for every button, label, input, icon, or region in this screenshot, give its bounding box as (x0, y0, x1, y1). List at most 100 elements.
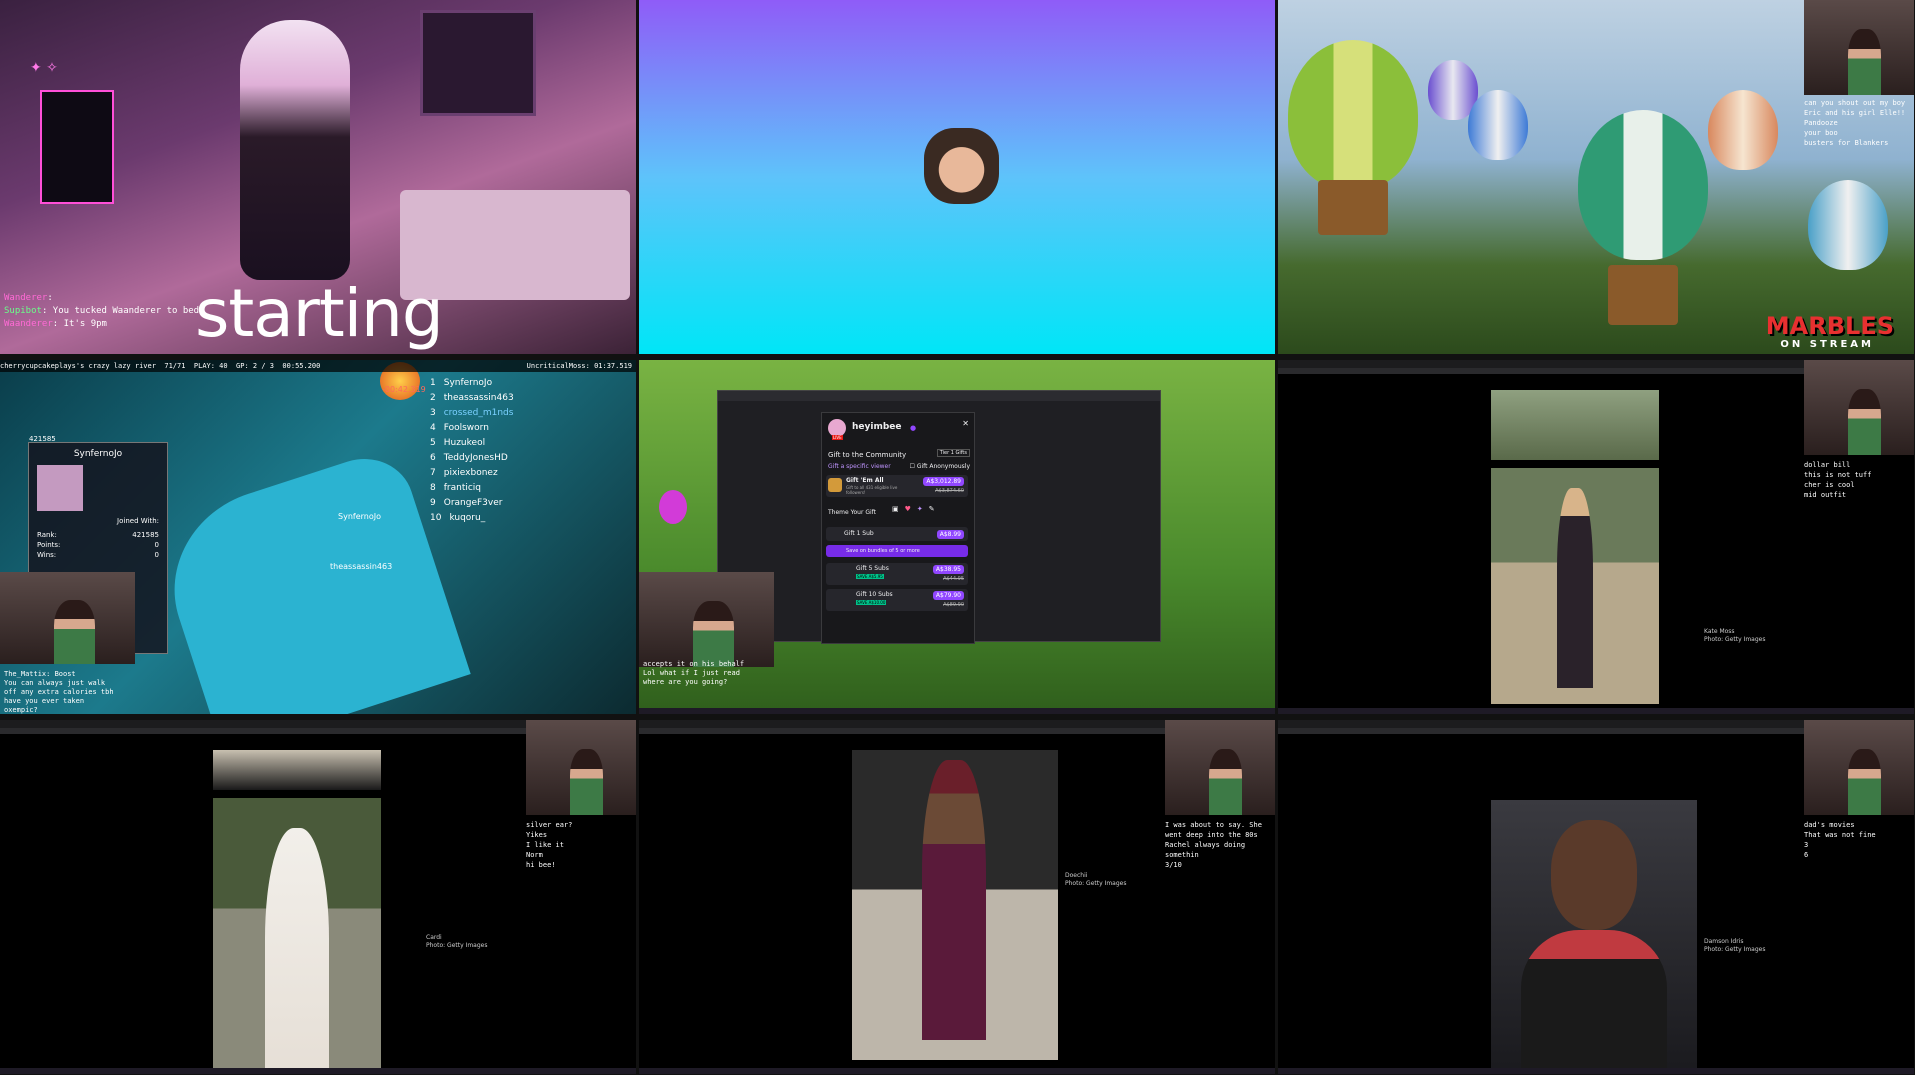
leaderboard: -00:42.319 1 SynfernoJo 2 theassassin463 3… (382, 376, 630, 526)
gift-em-all-price-button[interactable]: A$3,012.89 (923, 477, 964, 486)
chat-line: Supibot: You tucked Waanderer to bed (4, 306, 200, 316)
leaderboard-row: 3 crossed_m1nds (430, 408, 514, 418)
webcam-overlay (1804, 720, 1914, 815)
theme-wand-icon[interactable]: ✎ (929, 505, 935, 513)
gift-5-subs-price-button[interactable]: A$38.95 (932, 565, 964, 574)
stream-tile-met-gala-2[interactable]: Cardi Photo: Getty Images silver ear? Yik… (0, 720, 636, 1074)
streamer-name: heyimbee (852, 422, 902, 432)
bundle-banner: Save on bundles of 5 or more (826, 545, 968, 557)
room-window (420, 10, 536, 116)
chat-line: Norm (526, 851, 543, 859)
race-timer: 00:55.200 (282, 362, 321, 370)
close-icon[interactable]: ✕ (962, 419, 969, 428)
gift-1-sub-row[interactable]: Gift 1 Sub A$8.99 (826, 527, 968, 541)
gift-em-all-row[interactable]: Gift 'Em All Gift to all 431 eligible li… (826, 475, 968, 497)
chat-line: Yikes (526, 831, 548, 839)
neon-sign: ✦ ✧ (30, 60, 58, 76)
gift-1-sub-price-button[interactable]: A$8.99 (936, 530, 964, 539)
theme-default-icon[interactable]: ▣ (892, 505, 899, 513)
player-label: SynfernoJo (338, 512, 381, 521)
stream-tile-met-gala-4[interactable]: Damson Idris Photo: Getty Images dad's mo… (1278, 720, 1914, 1074)
photo-caption: Cardi Photo: Getty Images (426, 934, 488, 949)
chat-line: Wanderer: (4, 293, 53, 303)
celebrity-photo (1491, 800, 1697, 1074)
chat-line: oxempic? (4, 706, 38, 714)
gp-count: GP: 2 / 3 (236, 362, 274, 370)
photo-caption: Kate Moss Photo: Getty Images (1704, 628, 1766, 643)
player-count: 71/71 (164, 362, 186, 370)
gift-specific-viewer[interactable]: Gift a specific viewer (828, 463, 891, 470)
webcam-overlay (1804, 360, 1914, 455)
stream-tile-gift-subs[interactable]: LIVE heyimbee ● ✕ Gift to the Community … (639, 360, 1275, 714)
race-status-bar: cherrycupcakeplays's crazy lazy river 71… (0, 360, 636, 372)
webcam-overlay (0, 572, 135, 664)
taskbar (1278, 708, 1914, 714)
celebrity-photo (1491, 468, 1659, 704)
chat-line: Rachel always doing (1165, 841, 1246, 849)
stream-tile-marbles[interactable]: can you shout out my boy Eric and his gi… (1278, 0, 1914, 354)
play-count: PLAY: 40 (193, 362, 228, 370)
gift-10-subs-price-button[interactable]: A$79.90 (932, 591, 964, 600)
chat-line: You can always just walk (4, 679, 106, 687)
webcam-overlay (1165, 720, 1275, 815)
streamer (1209, 748, 1242, 815)
stream-tile-emote[interactable] (639, 0, 1275, 354)
chat-overlay: dad's movies That was not fine 3 6 (1804, 820, 1908, 860)
gift-10-subs-row[interactable]: Gift 10 Subs SAVE A$10.00 A$79.90 A$89.9… (826, 589, 968, 611)
balloon (1708, 90, 1778, 170)
stream-tile-starting-soon[interactable]: ✦ ✧ starting soon~ Wanderer: Supibot: Yo… (0, 0, 636, 354)
stream-grid: ✦ ✧ starting soon~ Wanderer: Supibot: Yo… (0, 0, 1915, 1075)
chat-line: cher is cool (1804, 481, 1855, 489)
player-label: theassassin463 (330, 562, 393, 571)
leaderboard-row: 2 theassassin463 (430, 393, 514, 403)
chat-line: hi bee! (526, 861, 556, 869)
balloon-basket (1608, 265, 1678, 325)
vtuber-avatar (240, 20, 350, 280)
theme-your-gift-label: Theme Your Gift (828, 509, 876, 516)
joined-with-label: Joined With: (117, 517, 159, 525)
chat-overlay: The_Mattix: Boost You can always just wa… (4, 670, 114, 714)
theme-star-icon[interactable]: ✦ (917, 505, 923, 513)
chat-line: dad's movies (1804, 821, 1855, 829)
stream-tile-met-gala-3[interactable]: Doechii Photo: Getty Images I was about t… (639, 720, 1275, 1074)
chat-line: I like it (526, 841, 564, 849)
taskbar (639, 1068, 1275, 1074)
chat-line: silver ear? (526, 821, 573, 829)
chat-line: have you ever taken (4, 697, 85, 705)
taskbar (1278, 1068, 1914, 1074)
chat-line: I was about to say. She (1165, 821, 1262, 829)
gift-community-label: Gift to the Community (828, 451, 907, 459)
webcam-overlay (639, 572, 774, 667)
streamer (570, 748, 603, 815)
theme-heart-icon[interactable]: ♥ (905, 505, 911, 513)
chat-line: That was not fine (1804, 831, 1876, 839)
gift-box-icon (828, 478, 842, 492)
leaderboard-row: 10 kuqoru_ (430, 513, 486, 523)
browser-tab-strip (718, 391, 1160, 401)
chat-line: accepts it on his behalf (643, 660, 745, 668)
marbles-logo-sub: ON STREAM (1780, 339, 1874, 350)
streamer (54, 599, 95, 664)
stream-tile-met-gala-1[interactable]: Kate Moss Photo: Getty Images dollar bill… (1278, 360, 1914, 714)
chat-overlay: accepts it on his behalf Lol what if I j… (643, 660, 744, 687)
leaderboard-row: 4 Foolsworn (430, 423, 489, 433)
gift-sub-modal[interactable]: LIVE heyimbee ● ✕ Gift to the Community … (821, 412, 975, 644)
theme-options[interactable]: ▣ ♥ ✦ ✎ (892, 505, 935, 513)
chat-line: your boo (1804, 129, 1838, 137)
chat-line: mid outfit (1804, 491, 1847, 499)
chat-line: dollar bill (1804, 461, 1851, 469)
gift-anonymously-checkbox[interactable]: ☐ Gift Anonymously (910, 463, 970, 470)
chat-line: can you shout out my boy (1804, 99, 1906, 107)
stream-name: cherrycupcakeplays's crazy lazy river (0, 362, 156, 370)
chat-line: 3 (1804, 841, 1809, 849)
chat-line: this is not tuff (1804, 471, 1872, 479)
webcam-overlay (1804, 0, 1914, 95)
player-id: 421585 (29, 435, 56, 443)
tier-select[interactable]: Tier 1 Gifts (936, 449, 970, 457)
streamer (1848, 388, 1881, 455)
chat-overlay: dollar bill this is not tuff cher is coo… (1804, 460, 1908, 500)
balloon (1808, 180, 1888, 270)
chat-overlay: silver ear? Yikes I like it Norm hi bee! (526, 820, 630, 870)
stream-tile-lazy-river[interactable]: cherrycupcakeplays's crazy lazy river 71… (0, 360, 636, 714)
gift-5-subs-row[interactable]: Gift 5 Subs SAVE A$5.95 A$38.95 A$44.95 (826, 563, 968, 585)
